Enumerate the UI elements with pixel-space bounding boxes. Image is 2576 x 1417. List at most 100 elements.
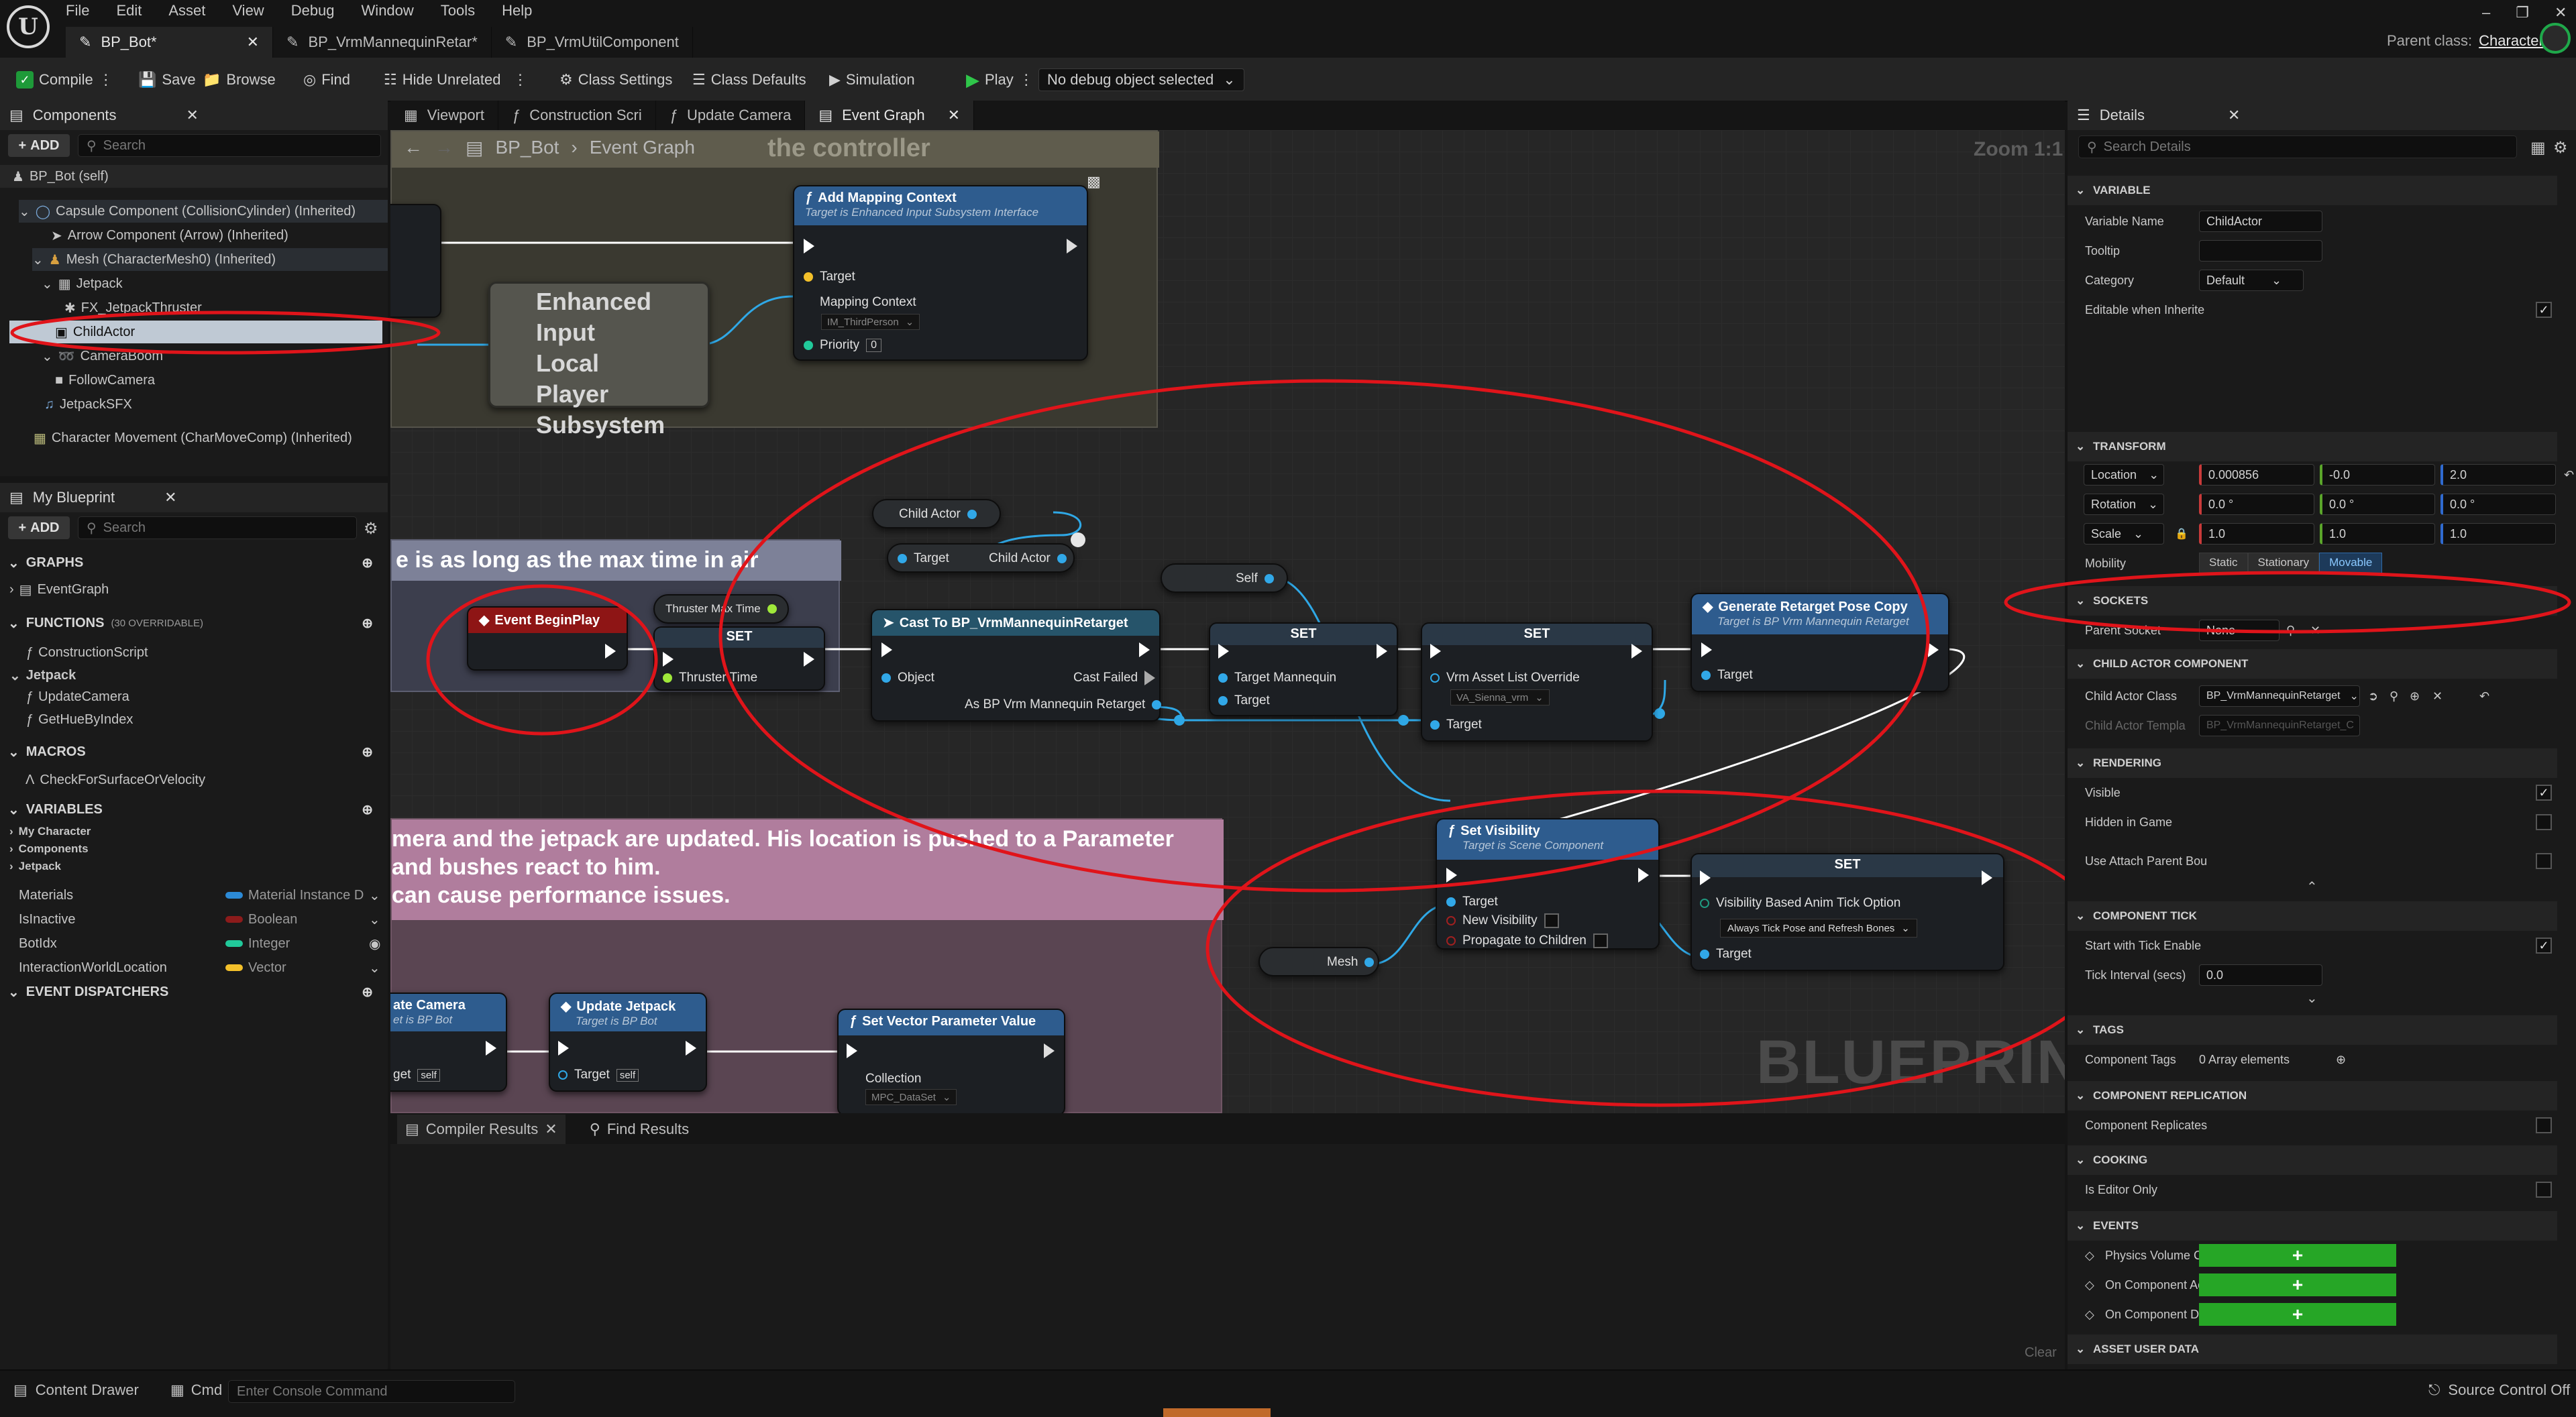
get-hue-function[interactable]: ƒ GetHueByIndex — [25, 708, 133, 731]
property-matrix-icon[interactable]: ▦ — [2530, 138, 2546, 158]
lock-icon[interactable]: 🔒 — [2175, 527, 2188, 541]
debug-object-select[interactable]: No debug object selected ⌄ — [1038, 68, 1244, 91]
graphs-section[interactable]: ⌄ GRAPHS ⊕ — [0, 550, 384, 575]
add-member-button[interactable]: + ADD — [8, 516, 70, 539]
variable-type-pill-icon[interactable] — [225, 964, 243, 971]
section-tags[interactable]: ⌄ TAGS — [2068, 1015, 2557, 1045]
variable-item[interactable]: BotIdx Integer ◉ — [19, 932, 381, 955]
hide-options-icon[interactable]: ⋮ — [513, 71, 527, 89]
var-category-my-character[interactable]: › My Character — [9, 822, 91, 841]
child-actor-class-select[interactable]: BP_VrmMannequinRetarget ⌄ — [2199, 685, 2360, 707]
hidden-checkbox[interactable] — [2536, 814, 2552, 830]
simulation-button[interactable]: ▶ Simulation — [829, 68, 915, 91]
chevron-down-icon[interactable]: ⌄ — [369, 911, 380, 928]
close-my-blueprint-icon[interactable]: ✕ — [164, 489, 176, 506]
restore-icon[interactable]: ❐ — [2516, 4, 2529, 21]
variable-item[interactable]: InteractionWorldLocation Vector ⌄ — [19, 956, 381, 979]
cmd-button[interactable]: ▦ Cmd — [170, 1381, 222, 1399]
section-tick[interactable]: ⌄ COMPONENT TICK — [2068, 901, 2557, 931]
rotation-axis-2-field[interactable]: 0.0 ° — [2440, 494, 2556, 515]
settings-gear-icon[interactable]: ⚙ — [364, 519, 378, 539]
play-button[interactable]: ▶ Play ⋮ — [966, 68, 1034, 91]
macros-section[interactable]: ⌄ MACROS ⊕ — [0, 739, 384, 764]
attach-checkbox[interactable] — [2536, 853, 2552, 869]
section-events[interactable]: ⌄ EVENTS — [2068, 1211, 2557, 1241]
add-graph-icon[interactable]: ⊕ — [362, 555, 373, 571]
add-event-button[interactable]: + — [2199, 1244, 2396, 1267]
rotation-axis-0-field[interactable]: 0.0 ° — [2199, 494, 2314, 515]
tab-event-graph[interactable]: ▤ Event Graph ✕ — [805, 101, 975, 130]
location-axis-0-field[interactable]: 0.000856 — [2199, 464, 2314, 486]
add-element-icon[interactable]: ⊕ — [2336, 1053, 2346, 1067]
variable-type-pill-icon[interactable] — [225, 892, 243, 899]
section-transform[interactable]: ⌄ TRANSFORM — [2068, 432, 2557, 461]
functions-section[interactable]: ⌄ FUNCTIONS (30 OVERRIDABLE) ⊕ — [0, 610, 384, 636]
check-macro-item[interactable]: Λ CheckForSurfaceOrVelocity — [25, 769, 205, 791]
menu-item-tools[interactable]: Tools — [441, 2, 475, 19]
tab-viewport[interactable]: ▦ Viewport — [390, 101, 498, 130]
add-macro-icon[interactable]: ⊕ — [362, 744, 373, 760]
expand-icon[interactable]: ⌄ — [32, 251, 44, 268]
menu-item-debug[interactable]: Debug — [291, 2, 335, 19]
section-rendering[interactable]: ⌄ RENDERING — [2068, 748, 2557, 778]
event-dispatchers-section[interactable]: ⌄ EVENT DISPATCHERS ⊕ — [0, 979, 384, 1005]
console-input[interactable]: Enter Console Command — [228, 1380, 515, 1403]
menu-item-asset[interactable]: Asset — [168, 2, 205, 19]
chevron-down-icon[interactable]: ⌄ — [369, 960, 380, 976]
user-avatar-icon[interactable] — [2540, 23, 2571, 54]
source-control-status[interactable]: ⎋ Source Control Off — [2428, 1381, 2570, 1399]
menu-item-file[interactable]: File — [66, 2, 89, 19]
reset-icon[interactable]: ↶ — [2564, 468, 2574, 482]
find-button[interactable]: ◎ Find — [303, 68, 350, 91]
location-axis-2-field[interactable]: 2.0 — [2440, 464, 2556, 486]
location-mode-select[interactable]: Location ⌄ — [2084, 464, 2164, 486]
class-defaults-button[interactable]: ☰ Class Defaults — [692, 68, 806, 91]
close-tab-icon[interactable]: ✕ — [247, 34, 259, 51]
close-tab-icon[interactable]: ✕ — [948, 107, 960, 124]
tick-interval-field[interactable]: 0.0 — [2199, 964, 2322, 986]
self-row[interactable]: ♟ BP_Bot (self) — [0, 165, 388, 188]
editor-only-checkbox[interactable] — [2536, 1182, 2552, 1198]
scale-axis-2-field[interactable]: 1.0 — [2440, 523, 2556, 545]
parent-class-link[interactable]: Character — [2479, 32, 2544, 50]
search-icon[interactable]: ⚲ — [2390, 689, 2398, 703]
section-variable[interactable]: ⌄ VARIABLE — [2068, 176, 2557, 205]
visible-checkbox[interactable]: ✓ — [2536, 785, 2552, 801]
browse-to-icon[interactable]: ➲ — [2368, 689, 2378, 703]
construction-script-item[interactable]: ƒ ConstructionScript — [25, 641, 148, 664]
menu-item-window[interactable]: Window — [362, 2, 414, 19]
rotation-mode-select[interactable]: Rotation ⌄ — [2084, 494, 2164, 515]
tab-find-results[interactable]: ⚲ Find Results — [590, 1121, 689, 1138]
jetpack-category[interactable]: ⌄ Jetpack — [9, 664, 76, 687]
section-asset-user-data[interactable]: ⌄ ASSET USER DATA — [2068, 1335, 2557, 1364]
expand-icon[interactable]: ⌄ — [19, 203, 30, 220]
variable-item[interactable]: IsInactive Boolean ⌄ — [19, 908, 381, 931]
chevron-down-icon[interactable]: ⌄ — [369, 887, 380, 904]
replicates-checkbox[interactable] — [2536, 1117, 2552, 1133]
variable-name-field[interactable]: ChildActor — [2199, 211, 2322, 232]
variable-type-pill-icon[interactable] — [225, 940, 243, 947]
content-drawer-button[interactable]: ▤ Content Drawer — [13, 1381, 139, 1399]
child-actor-template-field[interactable]: BP_VrmMannequinRetarget_C — [2199, 715, 2360, 736]
tree-item-capsule[interactable]: ⌄ ◯ Capsule Component (CollisionCylinder) … — [19, 200, 388, 223]
tree-item-arrow[interactable]: ➤ Arrow Component (Arrow) (Inherited) — [51, 224, 288, 247]
section-cooking[interactable]: ⌄ COOKING — [2068, 1145, 2557, 1175]
scale-mode-select[interactable]: Scale ⌄ — [2084, 523, 2164, 545]
clear-button[interactable]: Clear — [2025, 1345, 2057, 1361]
section-replication[interactable]: ⌄ COMPONENT REPLICATION — [2068, 1081, 2557, 1111]
compile-button[interactable]: ✓ Compile ⋮ — [16, 68, 113, 91]
tooltip-field[interactable] — [2199, 240, 2322, 262]
variables-section[interactable]: ⌄ VARIABLES ⊕ — [0, 797, 384, 822]
details-settings-icon[interactable]: ⚙ — [2553, 138, 2568, 158]
update-camera-function[interactable]: ƒ UpdateCamera — [25, 685, 129, 708]
category-select[interactable]: Default ⌄ — [2199, 270, 2304, 291]
rotation-axis-1-field[interactable]: 0.0 ° — [2320, 494, 2435, 515]
add-event-button[interactable]: + — [2199, 1273, 2396, 1296]
hide-unrelated-button[interactable]: ☷ Hide Unrelated ⋮ — [384, 68, 527, 91]
details-search[interactable]: ⚲ Search Details — [2078, 135, 2517, 158]
tree-item-followcamera[interactable]: ■ FollowCamera — [55, 369, 155, 392]
variable-type-pill-icon[interactable] — [225, 916, 243, 923]
add-event-button[interactable]: + — [2199, 1303, 2396, 1326]
add-function-icon[interactable]: ⊕ — [362, 615, 373, 632]
save-button[interactable]: 💾 Save — [138, 68, 196, 91]
